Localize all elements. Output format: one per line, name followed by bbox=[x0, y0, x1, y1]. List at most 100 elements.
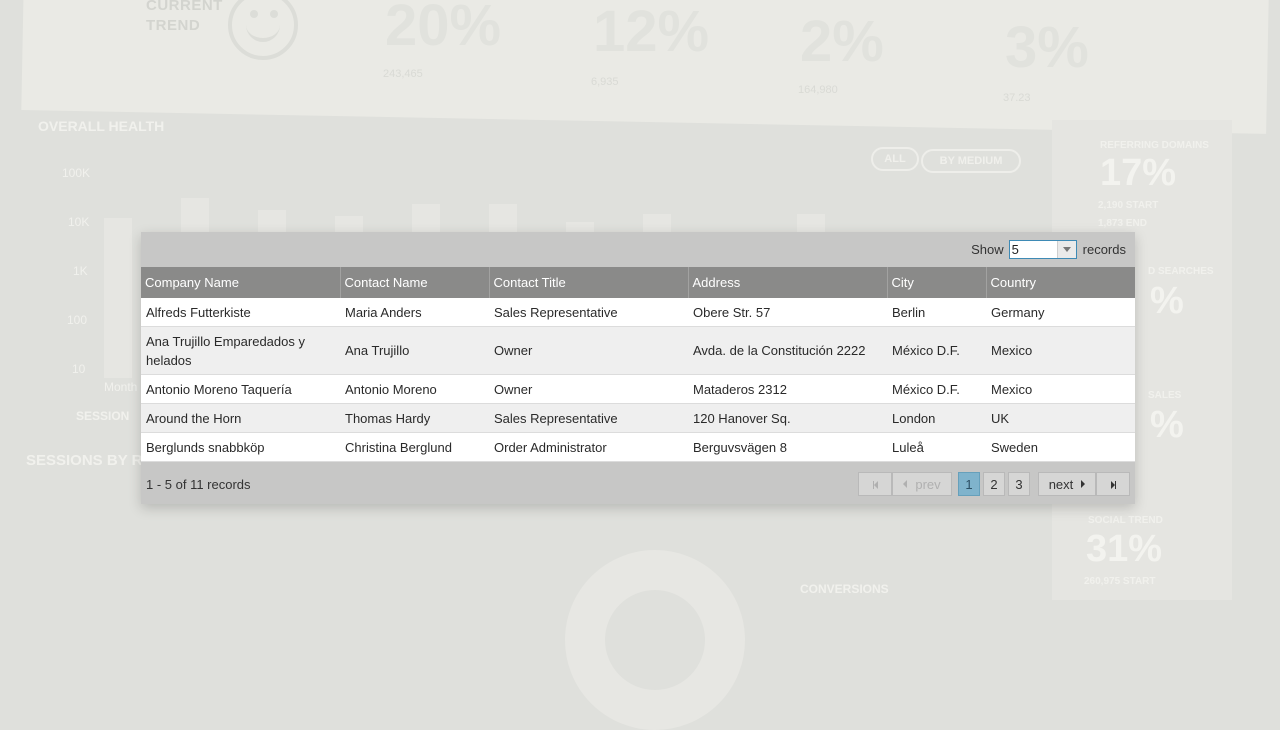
cell-country: UK bbox=[986, 403, 1135, 433]
cell-contact-name: Ana Trujillo bbox=[340, 326, 489, 375]
first-page-button[interactable] bbox=[858, 472, 892, 496]
column-header-address[interactable]: Address bbox=[688, 267, 888, 298]
bg-right-big: % bbox=[1150, 280, 1184, 322]
bg-stat-sub: 6,935 bbox=[591, 76, 619, 88]
cell-company: Around the Horn bbox=[141, 403, 340, 433]
records-label: records bbox=[1082, 242, 1126, 257]
cell-contact-name: Christina Berglund bbox=[340, 432, 489, 462]
grid-table: Company Name Contact Name Contact Title … bbox=[141, 267, 1135, 462]
bg-trend-label: CURRENT TREND bbox=[146, 0, 223, 34]
table-row[interactable]: Ana Trujillo Emparedados y helados Ana T… bbox=[141, 326, 1135, 375]
cell-company: Alfreds Futterkiste bbox=[141, 298, 340, 327]
page-size-dropdown[interactable]: 5 bbox=[1008, 240, 1077, 259]
bg-right-big: % bbox=[1150, 404, 1184, 446]
bg-right-big: 17% bbox=[1100, 152, 1177, 194]
bg-stat-value: 2% bbox=[800, 9, 884, 74]
grid-footer: 1 - 5 of 11 records prev 1 2 3 next bbox=[141, 471, 1135, 504]
table-row[interactable]: Around the Horn Thomas Hardy Sales Repre… bbox=[141, 403, 1135, 433]
bg-stat-value: 20% bbox=[385, 0, 502, 58]
cell-city: México D.F. bbox=[887, 326, 986, 375]
cell-contact-title: Sales Representative bbox=[489, 403, 688, 433]
page-button-2[interactable]: 2 bbox=[983, 472, 1005, 496]
cell-country: Mexico bbox=[986, 326, 1135, 375]
bg-y-tick: 10 bbox=[72, 362, 86, 376]
page-size-input[interactable]: 5 bbox=[1010, 241, 1057, 258]
cell-company: Antonio Moreno Taquería bbox=[141, 374, 340, 404]
last-page-icon bbox=[1110, 477, 1116, 492]
bg-y-tick: 100 bbox=[67, 313, 88, 327]
bg-right-line: 1,873 END bbox=[1098, 218, 1147, 229]
bg-right-title: D SEARCHES bbox=[1148, 266, 1214, 277]
cell-contact-name: Thomas Hardy bbox=[340, 403, 489, 433]
bg-y-tick: 100K bbox=[62, 166, 91, 180]
column-header-contact-title[interactable]: Contact Title bbox=[489, 267, 689, 298]
arrow-right-icon bbox=[1081, 480, 1086, 488]
cell-country: Germany bbox=[986, 298, 1135, 327]
bg-month-label: Month bbox=[104, 380, 138, 394]
bg-right-title: SALES bbox=[1148, 390, 1182, 401]
records-info: 1 - 5 of 11 records bbox=[146, 477, 251, 492]
next-page-button[interactable]: next bbox=[1038, 472, 1096, 496]
cell-company: Berglunds snabbköp bbox=[141, 432, 340, 462]
bg-right-line: 2,190 START bbox=[1098, 200, 1159, 211]
cell-address: Berguvsvägen 8 bbox=[688, 432, 887, 462]
arrow-left-icon bbox=[903, 480, 908, 488]
column-header-country[interactable]: Country bbox=[986, 267, 1135, 298]
bg-stat-value: 12% bbox=[593, 0, 710, 64]
column-header-city[interactable]: City bbox=[887, 267, 987, 298]
customers-grid: Show 5 records Company Name Contact Name… bbox=[141, 232, 1135, 504]
bg-toggle-medium: BY MEDIUM bbox=[921, 149, 1021, 173]
show-label: Show bbox=[971, 242, 1004, 257]
cell-address: 120 Hanover Sq. bbox=[688, 403, 887, 433]
cell-contact-title: Owner bbox=[489, 326, 688, 375]
cell-contact-title: Order Administrator bbox=[489, 432, 688, 462]
prev-page-button[interactable]: prev bbox=[892, 472, 952, 496]
table-row[interactable]: Alfreds Futterkiste Maria Anders Sales R… bbox=[141, 298, 1135, 327]
cell-country: Sweden bbox=[986, 432, 1135, 462]
cell-city: Luleå bbox=[887, 432, 986, 462]
bg-conversions-title: CONVERSIONS bbox=[800, 582, 889, 596]
last-page-button[interactable] bbox=[1096, 472, 1130, 496]
bg-stat-sub: 243,465 bbox=[383, 68, 423, 80]
header-row: Company Name Contact Name Contact Title … bbox=[141, 267, 1135, 298]
cell-city: London bbox=[887, 403, 986, 433]
cell-country: Mexico bbox=[986, 374, 1135, 404]
cell-company: Ana Trujillo Emparedados y helados bbox=[141, 326, 340, 375]
bg-toggle-all: ALL bbox=[871, 147, 919, 171]
next-label: next bbox=[1048, 476, 1074, 492]
cell-address: Mataderos 2312 bbox=[688, 374, 887, 404]
chevron-down-icon[interactable] bbox=[1056, 241, 1076, 258]
prev-label: prev bbox=[915, 476, 941, 492]
column-header-contact-name[interactable]: Contact Name bbox=[340, 267, 490, 298]
table-row[interactable]: Berglunds snabbköp Christina Berglund Or… bbox=[141, 432, 1135, 462]
cell-address: Avda. de la Constitución 2222 bbox=[688, 326, 887, 375]
bg-bar bbox=[104, 218, 132, 378]
bg-right-title: REFERRING DOMAINS bbox=[1100, 140, 1209, 151]
bg-stat-value: 3% bbox=[1005, 15, 1089, 80]
bg-donut-chart bbox=[565, 550, 745, 730]
column-header-company[interactable]: Company Name bbox=[141, 267, 341, 298]
bg-right-title: SOCIAL TREND bbox=[1088, 515, 1163, 526]
cell-contact-title: Sales Representative bbox=[489, 298, 688, 327]
bg-session-label: SESSION bbox=[76, 409, 130, 423]
pager: prev 1 2 3 next bbox=[858, 471, 1130, 497]
page-button-1[interactable]: 1 bbox=[958, 472, 980, 496]
grid-toolbar: Show 5 records bbox=[141, 232, 1135, 267]
bg-stat-sub: 164,980 bbox=[798, 84, 838, 96]
bg-y-tick: 1K bbox=[73, 264, 88, 278]
first-page-icon bbox=[872, 477, 878, 492]
cell-contact-name: Antonio Moreno bbox=[340, 374, 489, 404]
cell-contact-name: Maria Anders bbox=[340, 298, 489, 327]
cell-city: México D.F. bbox=[887, 374, 986, 404]
bg-overall-health-title: OVERALL HEALTH bbox=[38, 118, 165, 134]
table-row[interactable]: Antonio Moreno Taquería Antonio Moreno O… bbox=[141, 374, 1135, 404]
bg-right-line: 260,975 START bbox=[1084, 576, 1156, 587]
bg-sessions-title: SESSIONS BY RE bbox=[26, 452, 153, 469]
bg-y-tick: 10K bbox=[68, 215, 90, 229]
bg-right-big: 31% bbox=[1086, 528, 1163, 570]
cell-address: Obere Str. 57 bbox=[688, 298, 887, 327]
page-button-3[interactable]: 3 bbox=[1008, 472, 1030, 496]
cell-city: Berlin bbox=[887, 298, 986, 327]
bg-stat-sub: 37.23 bbox=[1003, 92, 1031, 104]
cell-contact-title: Owner bbox=[489, 374, 688, 404]
